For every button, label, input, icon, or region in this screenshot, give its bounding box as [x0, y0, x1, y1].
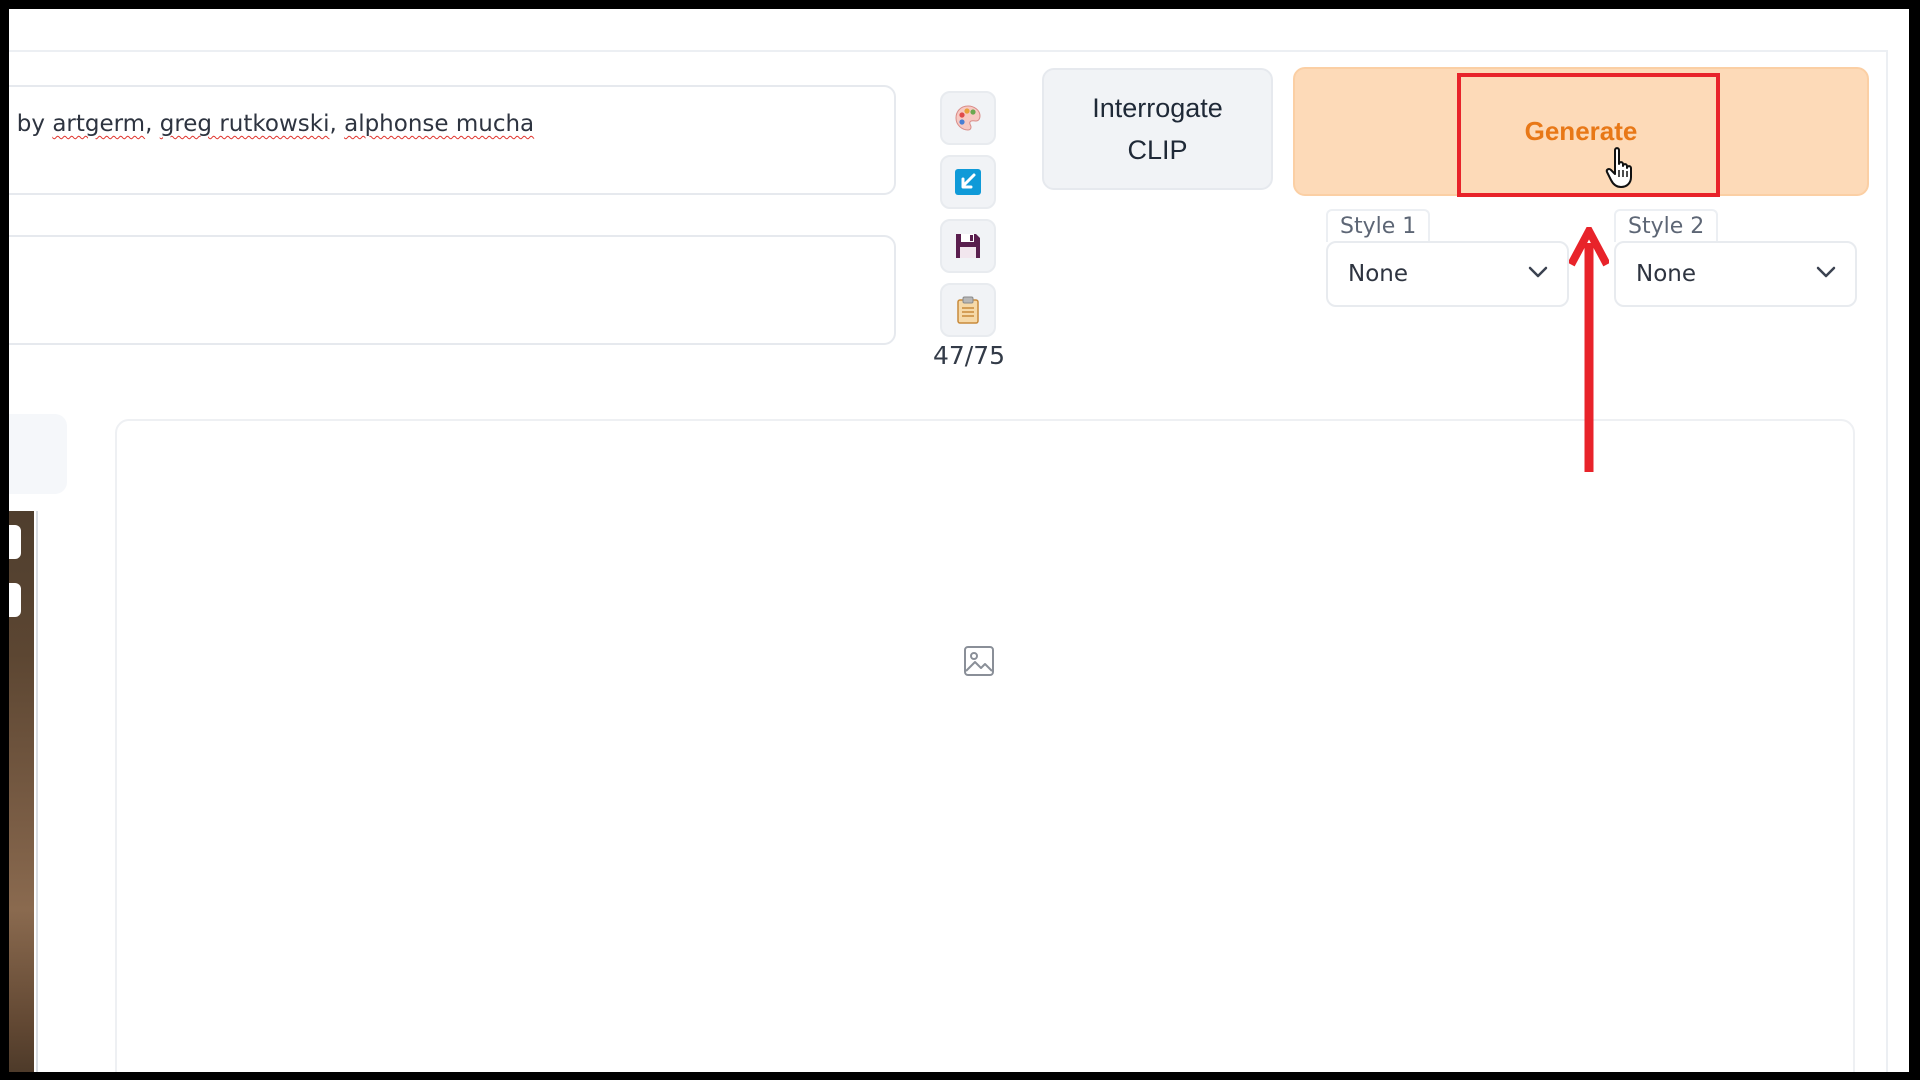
right-divider	[1886, 50, 1888, 1072]
prompt-name-2: greg rutkowski	[159, 111, 330, 137]
image-close-button[interactable]	[9, 525, 21, 559]
prompt-prefix: rt by	[9, 111, 45, 137]
app-frame: rt by artgerm, greg rutkowski, alphonse …	[9, 9, 1909, 1072]
save-floppy-icon	[956, 234, 980, 258]
generate-highlight-box	[1457, 73, 1720, 197]
style1-value: None	[1348, 261, 1409, 287]
positive-prompt-text: rt by artgerm, greg rutkowski, alphonse …	[9, 111, 534, 137]
chevron-down-icon	[1816, 266, 1836, 278]
clipboard-icon	[957, 296, 979, 324]
left-panel-tab	[9, 414, 67, 494]
apply-style-button[interactable]	[940, 155, 996, 209]
chevron-down-icon	[1528, 266, 1548, 278]
style1-dropdown[interactable]: None	[1326, 241, 1569, 307]
palette-button[interactable]	[940, 91, 996, 145]
interrogate-clip-button[interactable]: Interrogate CLIP	[1042, 68, 1273, 190]
prompt-name-1: artgerm	[52, 111, 146, 137]
style2-value: None	[1636, 261, 1697, 287]
red-annotation-arrow-icon	[1569, 227, 1609, 472]
paste-style-button[interactable]	[940, 283, 996, 337]
style1-label: Style 1	[1326, 209, 1431, 242]
apply-style-arrow-icon	[955, 169, 981, 195]
positive-prompt-textarea[interactable]: rt by artgerm, greg rutkowski, alphonse …	[9, 85, 896, 195]
prompt-name-3: alphonse mucha	[344, 111, 535, 137]
hand-cursor-icon	[1605, 147, 1632, 188]
save-style-button[interactable]	[940, 219, 996, 273]
palette-icon	[955, 105, 981, 131]
image-edit-button[interactable]	[9, 583, 21, 617]
output-gallery	[115, 419, 1855, 1072]
negative-prompt-textarea[interactable]	[9, 235, 896, 345]
style2-label: Style 2	[1614, 209, 1719, 242]
top-divider	[9, 50, 1887, 52]
token-counter: 47/75	[932, 341, 1006, 370]
style2-dropdown[interactable]: None	[1614, 241, 1857, 307]
image-placeholder-icon	[964, 646, 994, 676]
